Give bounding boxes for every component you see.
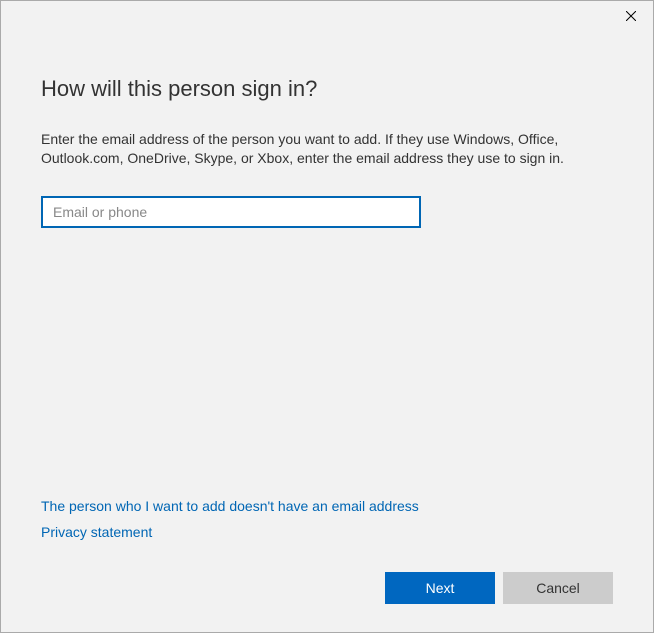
button-row: Next Cancel [1,572,653,632]
titlebar [1,1,653,31]
close-button[interactable] [608,1,653,31]
spacer [41,228,613,498]
content-area: How will this person sign in? Enter the … [1,31,653,572]
close-icon [626,11,636,21]
no-email-link[interactable]: The person who I want to add doesn't hav… [41,498,419,514]
cancel-button[interactable]: Cancel [503,572,613,604]
links-section: The person who I want to add doesn't hav… [41,498,613,550]
email-or-phone-input[interactable] [41,196,421,228]
description-text: Enter the email address of the person yo… [41,130,601,168]
dialog-window: How will this person sign in? Enter the … [0,0,654,633]
page-title: How will this person sign in? [41,76,613,102]
next-button[interactable]: Next [385,572,495,604]
privacy-statement-link[interactable]: Privacy statement [41,524,152,540]
